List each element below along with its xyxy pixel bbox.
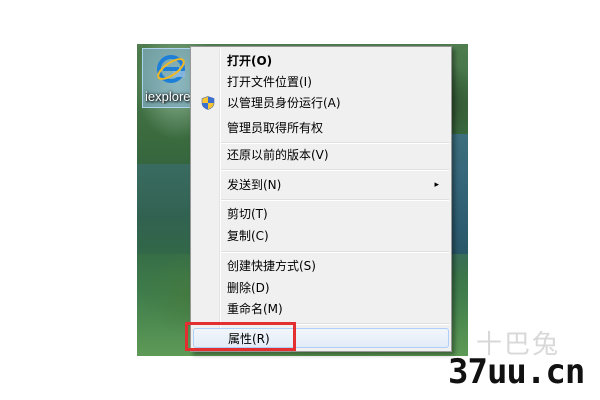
menu-item-send-to[interactable]: 发送到(N) ▸ [193,175,449,195]
context-menu: 打开(O) 打开文件位置(I) 以管理员身份运行(A) 管理员取得所有权 还原以… [190,46,452,352]
menu-item-take-ownership[interactable]: 管理员取得所有权 [193,118,449,138]
menu-separator [221,199,449,201]
screenshot-stage: iexplore 打开(O) 打开文件位置(I) 以管理员身份运行(A) 管理员… [0,0,600,400]
menu-separator [221,251,449,253]
menu-item-label: 管理员取得所有权 [227,121,324,135]
menu-item-delete[interactable]: 删除(D) [193,278,449,298]
menu-separator [221,169,449,171]
submenu-arrow-icon: ▸ [434,180,439,190]
menu-item-label: 发送到(N) [227,178,282,192]
internet-explorer-icon [157,55,185,83]
menu-item-rename[interactable]: 重命名(M) [193,299,449,319]
menu-item-label: 以管理员身份运行(A) [227,96,341,110]
properties-highlight-box [185,322,296,351]
menu-item-label: 还原以前的版本(V) [227,148,329,162]
menu-item-restore-previous-versions[interactable]: 还原以前的版本(V) [193,145,449,165]
menu-item-label: 删除(D) [227,281,270,295]
menu-item-cut[interactable]: 剪切(T) [193,204,449,224]
menu-item-open[interactable]: 打开(O) [193,51,449,71]
uac-shield-icon [201,96,215,110]
menu-item-copy[interactable]: 复制(C) [193,226,449,246]
menu-item-run-as-admin[interactable]: 以管理员身份运行(A) [193,93,449,113]
menu-item-label: 打开(O) [227,54,273,68]
menu-item-label: 打开文件位置(I) [227,75,312,89]
menu-item-create-shortcut[interactable]: 创建快捷方式(S) [193,256,449,276]
menu-separator [221,142,449,144]
menu-item-label: 创建快捷方式(S) [227,259,316,273]
menu-item-label: 复制(C) [227,229,269,243]
watermark-site-text: 37uu.cn [448,352,585,392]
menu-item-label: 剪切(T) [227,207,268,221]
menu-item-label: 重命名(M) [227,302,283,316]
menu-item-open-file-location[interactable]: 打开文件位置(I) [193,72,449,92]
